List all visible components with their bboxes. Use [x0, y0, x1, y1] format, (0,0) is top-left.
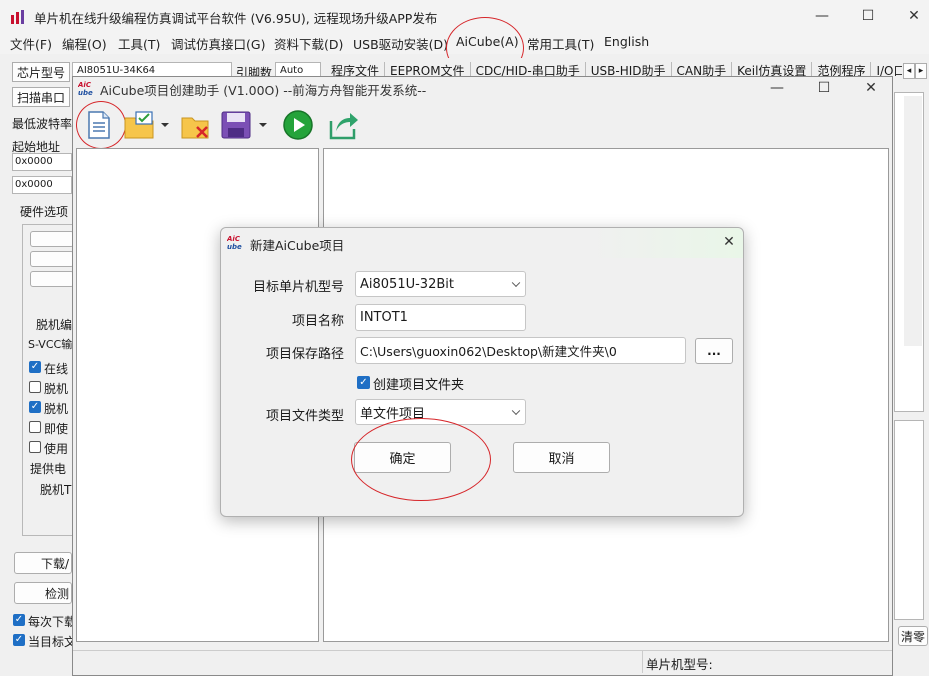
menu-common-tools[interactable]: 常用工具(T): [527, 34, 594, 53]
svg-text:ube: ube: [78, 89, 93, 96]
project-name-label: 项目名称: [291, 314, 344, 329]
power-label: 提供电: [30, 462, 67, 476]
helper-minimize-button[interactable]: —: [754, 76, 800, 100]
minimize-button[interactable]: —: [799, 0, 845, 32]
create-folder-checkbox[interactable]: ✓: [357, 376, 370, 389]
menu-tools[interactable]: 工具(T): [118, 34, 160, 53]
close-project-icon[interactable]: [180, 110, 212, 140]
start-address-input-2[interactable]: 0x0000: [12, 176, 72, 194]
dialog-close-button[interactable]: ✕: [716, 229, 742, 255]
start-address-input-1[interactable]: 0x0000: [12, 153, 72, 171]
helper-close-button[interactable]: ✕: [848, 76, 894, 100]
hw-checkbox-5-label: 使用: [44, 442, 69, 456]
mcu-model-select[interactable]: Ai8051U-32Bit: [355, 271, 526, 297]
app-logo-icon: [11, 10, 24, 24]
hw-button-1[interactable]: [30, 231, 74, 247]
maximize-button[interactable]: ☐: [845, 0, 891, 32]
hw-checkbox-1[interactable]: ✓: [29, 361, 41, 373]
chevron-down-icon: [511, 406, 521, 416]
hw-checkbox-3-label: 脱机: [44, 402, 69, 416]
main-output-area: [894, 420, 924, 620]
hw-checkbox-2[interactable]: [29, 381, 41, 393]
export-icon[interactable]: [328, 109, 360, 141]
clear-button[interactable]: 清零: [898, 626, 928, 646]
hw-checkbox-4-label: 即使: [44, 422, 69, 436]
svg-text:AiC: AiC: [78, 81, 92, 89]
hw-button-3[interactable]: [30, 271, 74, 287]
hardware-options-label: 硬件选项: [20, 205, 69, 219]
run-icon[interactable]: [282, 109, 314, 141]
offline-program-label: 脱机编: [36, 318, 73, 332]
main-scrollbar[interactable]: [904, 96, 922, 346]
helper-title: AiCube项目创建助手 (V1.00O) --前海方舟智能开发系统--: [100, 83, 427, 98]
tab-scroll-left[interactable]: ◂: [903, 63, 915, 79]
close-button[interactable]: ✕: [891, 0, 929, 32]
download-button[interactable]: 下载/: [14, 552, 72, 574]
aicube-logo-icon: AiC ube: [78, 81, 93, 96]
open-dropdown-icon[interactable]: [160, 121, 170, 129]
menu-english[interactable]: English: [604, 34, 649, 49]
menu-usb-driver[interactable]: USB驱动安装(D): [353, 34, 448, 53]
offline-t-label: 脱机T: [40, 483, 72, 497]
ok-highlight-circle: [351, 418, 491, 501]
mcu-model-value: Ai8051U-32Bit: [360, 276, 454, 292]
helper-maximize-button[interactable]: ☐: [801, 76, 847, 100]
svcc-output-label: S-VCC输: [28, 338, 73, 351]
browse-button[interactable]: ...: [695, 338, 733, 364]
save-path-label: 项目保存路径: [265, 347, 344, 362]
current-target-label: 当目标文: [28, 635, 77, 649]
hw-button-2[interactable]: [30, 251, 74, 267]
mcu-model-label: 目标单片机型号: [252, 280, 344, 295]
hw-checkbox-4[interactable]: [29, 421, 41, 433]
menu-debug-interface[interactable]: 调试仿真接口(G): [171, 34, 265, 53]
menu-downloads[interactable]: 资料下载(D): [274, 34, 343, 53]
tab-scroll-right[interactable]: ▸: [915, 63, 927, 79]
detect-button[interactable]: 检测: [14, 582, 72, 604]
menu-file[interactable]: 文件(F): [10, 34, 52, 53]
current-target-checkbox[interactable]: ✓: [13, 634, 25, 646]
cancel-button[interactable]: 取消: [513, 442, 610, 473]
dialog-logo-icon: AiC ube: [227, 235, 242, 250]
save-dropdown-icon[interactable]: [258, 121, 268, 129]
each-download-label: 每次下载: [28, 615, 77, 629]
hw-checkbox-5[interactable]: [29, 441, 41, 453]
hw-checkbox-2-label: 脱机: [44, 382, 69, 396]
hw-checkbox-1-label: 在线: [44, 362, 69, 376]
scan-port-button[interactable]: 扫描串口: [12, 87, 70, 107]
project-name-input[interactable]: INTOT1: [355, 304, 526, 331]
helper-status-bar: [73, 650, 892, 675]
status-divider: [642, 651, 643, 673]
dialog-title: 新建AiCube项目: [250, 238, 345, 253]
chevron-down-icon: [511, 278, 521, 288]
new-project-highlight-circle: [76, 101, 126, 149]
create-folder-label: 创建项目文件夹: [373, 378, 465, 393]
save-project-icon[interactable]: [220, 110, 252, 140]
svg-text:ube: ube: [227, 243, 242, 250]
mcu-status-label: 单片机型号:: [646, 657, 713, 672]
svg-text:AiC: AiC: [227, 235, 241, 243]
save-path-input[interactable]: C:\Users\guoxin062\Desktop\新建文件夹\0: [355, 337, 686, 364]
app-title: 单片机在线升级编程仿真调试平台软件 (V6.95U), 远程现场升级APP发布: [34, 11, 438, 26]
min-baud-label: 最低波特率: [12, 117, 73, 131]
project-type-label: 项目文件类型: [265, 409, 344, 424]
each-download-checkbox[interactable]: ✓: [13, 614, 25, 626]
menu-program[interactable]: 编程(O): [62, 34, 107, 53]
open-project-icon[interactable]: [123, 110, 157, 140]
chip-model-button[interactable]: 芯片型号: [12, 62, 70, 82]
hw-checkbox-3[interactable]: ✓: [29, 401, 41, 413]
